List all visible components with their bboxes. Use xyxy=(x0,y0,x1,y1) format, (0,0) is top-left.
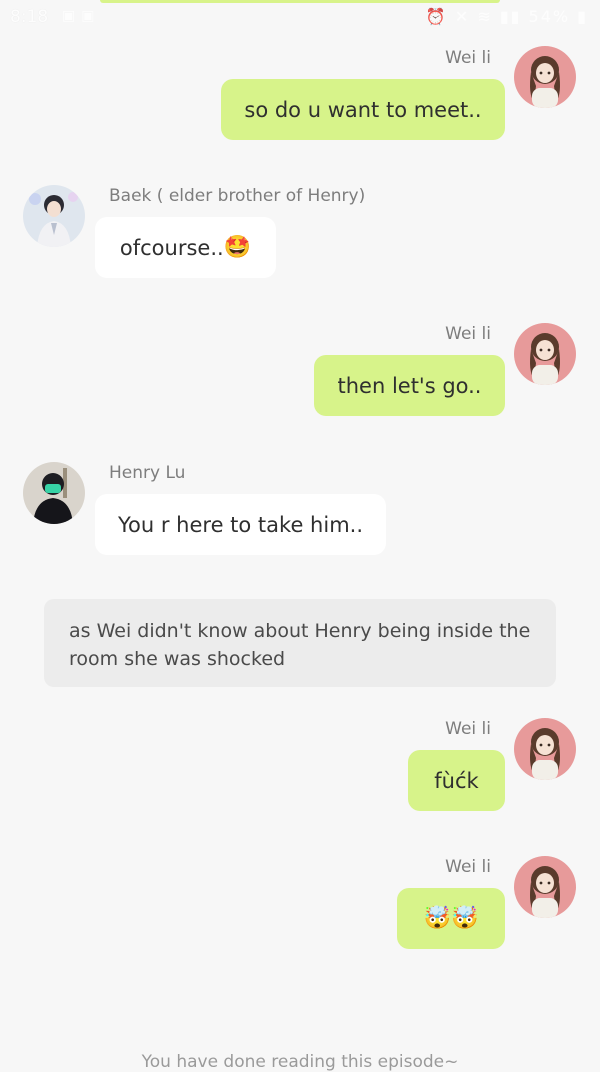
sender-name: Wei li xyxy=(445,48,491,68)
narration-text: as Wei didn't know about Henry being ins… xyxy=(69,620,531,670)
status-bar: 8:18 ▣▣ ⏰ ✕ ≋ ▮▮ 54% ▮ xyxy=(0,0,600,34)
battery-percent: 54% xyxy=(528,7,571,26)
chat-bubble-me[interactable]: then let's go.. xyxy=(314,355,505,416)
previous-bubble-edge xyxy=(100,0,500,3)
exploding-head-emoji: 🤯🤯 xyxy=(423,905,479,931)
episode-end-note: You have done reading this episode~ xyxy=(141,1052,459,1072)
chat-bubble-me[interactable]: fùćk xyxy=(408,750,505,811)
status-time: 8:18 xyxy=(10,7,49,27)
star-struck-emoji: 🤩 xyxy=(223,234,252,260)
chat-bubble-me[interactable]: 🤯🤯 xyxy=(397,888,505,949)
chat-bubble-other[interactable]: ofcourse.. 🤩 xyxy=(95,217,276,278)
alarm-icon: ⏰ xyxy=(425,7,448,26)
chat-bubble-other[interactable]: You r here to take him.. xyxy=(95,494,386,555)
sender-name: Henry Lu xyxy=(109,463,186,483)
status-right-icons: ⏰ ✕ ≋ ▮▮ 54% ▮ xyxy=(426,7,588,26)
avatar-wei-li[interactable] xyxy=(514,323,576,385)
wifi-icon: ≋ xyxy=(477,7,493,26)
gallery-icon: ▣ xyxy=(62,8,82,24)
sender-name: Wei li xyxy=(445,857,491,877)
avatar-henry-lu[interactable] xyxy=(23,462,85,524)
sender-name: Baek ( elder brother of Henry) xyxy=(109,186,366,206)
notification-icon: ▣ xyxy=(81,8,101,24)
chat-bubble-me[interactable]: so do u want to meet.. xyxy=(221,79,505,140)
message-text: then let's go.. xyxy=(337,373,482,398)
battery-icon: ▮ xyxy=(577,7,588,26)
message-text: fùćk xyxy=(434,768,479,793)
avatar-wei-li[interactable] xyxy=(514,718,576,780)
sender-name: Wei li xyxy=(445,719,491,739)
avatar-baek[interactable] xyxy=(23,185,85,247)
message-text: ofcourse.. xyxy=(119,235,224,260)
message-text: You r here to take him.. xyxy=(118,512,363,537)
message-text: so do u want to meet.. xyxy=(244,97,482,122)
avatar-wei-li[interactable] xyxy=(514,856,576,918)
narration-box: as Wei didn't know about Henry being ins… xyxy=(44,599,556,687)
signal-icon: ▮▮ xyxy=(499,7,522,26)
mute-icon: ✕ xyxy=(454,7,471,26)
avatar-wei-li[interactable] xyxy=(514,46,576,108)
sender-name: Wei li xyxy=(445,324,491,344)
status-left-icons: ▣▣ xyxy=(62,8,100,24)
